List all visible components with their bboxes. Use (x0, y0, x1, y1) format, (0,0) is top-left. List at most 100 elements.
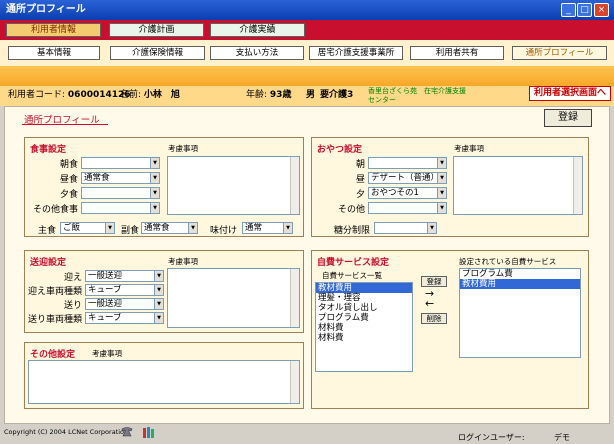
pickup-label: 迎え (63, 273, 82, 283)
lunch-label: 昼食 (59, 175, 78, 185)
other-settings-title: その他設定 (30, 350, 76, 360)
user-name-label: 名前: (120, 90, 142, 100)
breakfast-label: 朝食 (59, 160, 78, 170)
meal-settings-title: 食事設定 (30, 145, 67, 155)
selected-service-list[interactable]: プログラム費 教材費用 (459, 268, 581, 358)
chevron-down-icon: ▼ (154, 299, 163, 309)
user-age-label: 年齢: (246, 90, 268, 100)
chevron-down-icon: ▼ (105, 223, 114, 233)
side-dish-label: 副食 (120, 226, 139, 236)
transport-notes-textarea[interactable] (167, 268, 300, 328)
dropoff-label: 送り (63, 301, 82, 311)
other-notes-label: 考慮事項 (92, 349, 122, 358)
list-item[interactable]: 教材費用 (316, 283, 412, 293)
subtab-basic-info[interactable]: 基本情報 (8, 46, 100, 60)
subtab-day-profile[interactable]: 通所プロフィール (512, 46, 607, 60)
list-item[interactable]: プログラム費 (316, 313, 412, 323)
dinner-label: 夕食 (59, 190, 78, 200)
tab-care-record[interactable]: 介護実績 (210, 23, 305, 37)
copyright: Copyright (C) 2004 LCNet Corporation (4, 428, 129, 436)
chevron-down-icon: ▼ (437, 158, 446, 168)
meal-notes-textarea[interactable] (167, 156, 300, 215)
chevron-down-icon: ▼ (437, 173, 446, 183)
pickup-vehicle-label: 迎え車両種類 (27, 287, 82, 297)
tab-user-info[interactable]: 利用者情報 (6, 23, 101, 37)
snack-evening-select[interactable]: おやつその1 ▼ (368, 187, 447, 199)
user-code: 利用者コード: 0600014126 (8, 89, 131, 101)
snack-morning-label: 朝 (355, 160, 365, 170)
lunch-select[interactable]: 通常食 ▼ (81, 172, 160, 184)
list-item[interactable]: 教材費用 (460, 279, 580, 289)
chevron-down-icon: ▼ (437, 188, 446, 198)
chevron-down-icon: ▼ (150, 173, 159, 183)
snack-noon-select[interactable]: デザート（普通） ▼ (368, 172, 447, 184)
scrollbar[interactable] (573, 157, 582, 214)
breakfast-select[interactable]: ▼ (81, 157, 160, 169)
snack-noon-value: デザート（普通） (371, 173, 440, 183)
chevron-down-icon: ▼ (150, 188, 159, 198)
subtab-care-office[interactable]: 居宅介護支援事業所 (309, 46, 403, 60)
dropoff-vehicle-label: 送り車両種類 (27, 315, 82, 325)
sugar-limit-label: 糖分制限 (333, 226, 370, 236)
sugar-limit-select[interactable]: ▼ (374, 222, 437, 234)
scrollbar[interactable] (290, 269, 299, 327)
chevron-down-icon: ▼ (150, 203, 159, 213)
pickup-vehicle-value: キューブ (88, 285, 122, 295)
side-dish-select[interactable]: 通常食 ▼ (141, 222, 198, 234)
window-title-bar: 通所プロフィール (0, 0, 614, 20)
snack-other-select[interactable]: ▼ (368, 202, 447, 214)
login-user-name: デモ (554, 433, 570, 442)
flavor-value: 通常 (245, 223, 263, 233)
snack-morning-select[interactable]: ▼ (368, 157, 447, 169)
flavor-select[interactable]: 通常 ▼ (242, 222, 293, 234)
list-item[interactable]: 材料費 (316, 333, 412, 343)
staple-select[interactable]: ご飯 ▼ (60, 222, 115, 234)
care-office-name: 香里台ざくら苑 在宅介護支援センター (368, 87, 466, 104)
lunch-value: 通常食 (84, 173, 110, 183)
list-item[interactable]: タオル貸し出し (316, 303, 412, 313)
transport-notes-label: 考慮事項 (168, 257, 198, 266)
minimize-button[interactable]: _ (561, 3, 576, 17)
snack-notes-textarea[interactable] (453, 156, 583, 215)
title-underline (22, 124, 108, 125)
other-meal-select[interactable]: ▼ (81, 202, 160, 214)
staple-label: 主食 (37, 226, 56, 236)
chevron-down-icon: ▼ (150, 158, 159, 168)
other-meal-label: その他食事 (32, 205, 78, 215)
service-list-label: 自費サービス一覧 (322, 271, 382, 280)
arrow-left-icon: ← (425, 297, 435, 310)
other-notes-textarea[interactable] (28, 360, 300, 404)
register-service-button[interactable]: 登録 (421, 276, 447, 287)
maximize-button[interactable]: □ (577, 3, 592, 17)
subtab-insurance[interactable]: 介護保険情報 (110, 46, 205, 60)
dropoff-vehicle-select[interactable]: キューブ ▼ (85, 312, 164, 324)
login-user-label: ログインユーザー: (458, 433, 525, 442)
subtab-payment[interactable]: 支払い方法 (210, 46, 304, 60)
snack-noon-label: 昼 (355, 175, 365, 185)
scrollbar[interactable] (290, 157, 299, 214)
tab-care-plan[interactable]: 介護計画 (109, 23, 204, 37)
service-list[interactable]: 教材費用 理髪・理容 タオル貸し出し プログラム費 材料費 材料費 (315, 282, 413, 372)
delete-service-button[interactable]: 削除 (421, 313, 447, 324)
transport-settings-title: 送迎設定 (30, 258, 67, 268)
close-button[interactable]: × (594, 3, 609, 17)
selected-services-label: 設定されている自費サービス (459, 257, 557, 266)
save-button[interactable]: 登録 (544, 109, 592, 127)
list-item[interactable]: 理髪・理容 (316, 293, 412, 303)
user-age-value: 93歳 (269, 90, 292, 100)
dropoff-select[interactable]: 一般送迎 ▼ (85, 298, 164, 310)
window-title: 通所プロフィール (6, 4, 86, 15)
pickup-vehicle-select[interactable]: キューブ ▼ (85, 284, 164, 296)
staple-value: ご飯 (63, 223, 81, 233)
snack-evening-value: おやつその1 (371, 188, 419, 198)
dinner-select[interactable]: ▼ (81, 187, 160, 199)
header-band (0, 66, 614, 86)
pickup-select[interactable]: 一般送迎 ▼ (85, 270, 164, 282)
meal-notes-label: 考慮事項 (168, 144, 198, 153)
snack-evening-label: 夕 (355, 190, 365, 200)
subtab-shared[interactable]: 利用者共有 (410, 46, 504, 60)
back-to-user-select-button[interactable]: 利用者選択画面へ (529, 86, 611, 101)
scrollbar[interactable] (290, 361, 299, 403)
list-item[interactable]: 材料費 (316, 323, 412, 333)
list-item[interactable]: プログラム費 (460, 269, 580, 279)
